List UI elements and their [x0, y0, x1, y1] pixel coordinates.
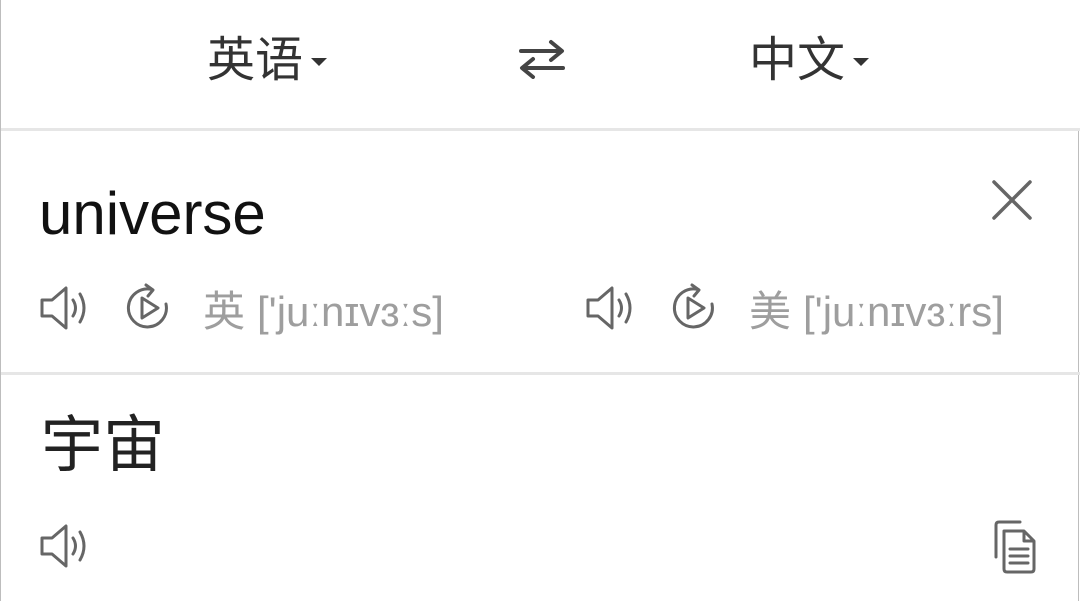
- us-phonetic: ['juːnɪvɜːrs]: [803, 287, 1004, 335]
- us-replay-button[interactable]: [667, 281, 721, 335]
- caret-down-icon: [853, 58, 870, 66]
- uk-replay-button[interactable]: [121, 281, 175, 335]
- clear-input-button[interactable]: [983, 171, 1041, 229]
- speaker-icon: [38, 522, 90, 570]
- language-bar: 英语 中文: [1, 0, 1080, 131]
- source-section: universe 英 ['juːnɪvɜːs] 美 ['juːnɪvɜːrs]: [1, 131, 1080, 375]
- result-section: 宇宙: [1, 375, 1080, 601]
- target-language-label: 中文: [749, 32, 846, 88]
- app-frame: 英语 中文 universe 英 ['juːnɪvɜːs] 美 ['juːnɪv…: [0, 0, 1080, 601]
- replay-icon: [122, 282, 174, 334]
- close-icon: [990, 178, 1034, 222]
- caret-down-icon: [311, 58, 328, 66]
- swap-languages-button[interactable]: [513, 30, 571, 88]
- copy-result-button[interactable]: [985, 517, 1043, 577]
- source-language-label: 英语: [207, 32, 304, 88]
- speaker-icon: [584, 284, 636, 332]
- uk-phonetic: ['juːnɪvɜːs]: [257, 287, 444, 335]
- us-pronunciation-label: 美 ['juːnɪvɜːrs]: [749, 278, 1004, 339]
- replay-icon: [668, 282, 720, 334]
- uk-pronunciation-label: 英 ['juːnɪvɜːs]: [203, 278, 444, 339]
- uk-pronunciation-row: 英 ['juːnɪvɜːs]: [37, 277, 444, 339]
- source-language-dropdown[interactable]: 英语: [207, 28, 328, 92]
- result-speak-button[interactable]: [37, 519, 91, 573]
- us-pronunciation-row: 美 ['juːnɪvɜːrs]: [583, 277, 1004, 339]
- swap-arrows-icon: [519, 39, 565, 79]
- uk-region-label: 英: [203, 286, 246, 336]
- uk-speak-button[interactable]: [37, 281, 91, 335]
- translation-result-text: 宇宙: [41, 408, 166, 481]
- us-speak-button[interactable]: [583, 281, 637, 335]
- source-text[interactable]: universe: [39, 175, 266, 253]
- us-region-label: 美: [749, 286, 792, 336]
- copy-icon: [988, 519, 1040, 575]
- speaker-icon: [38, 284, 90, 332]
- target-language-dropdown[interactable]: 中文: [749, 28, 870, 92]
